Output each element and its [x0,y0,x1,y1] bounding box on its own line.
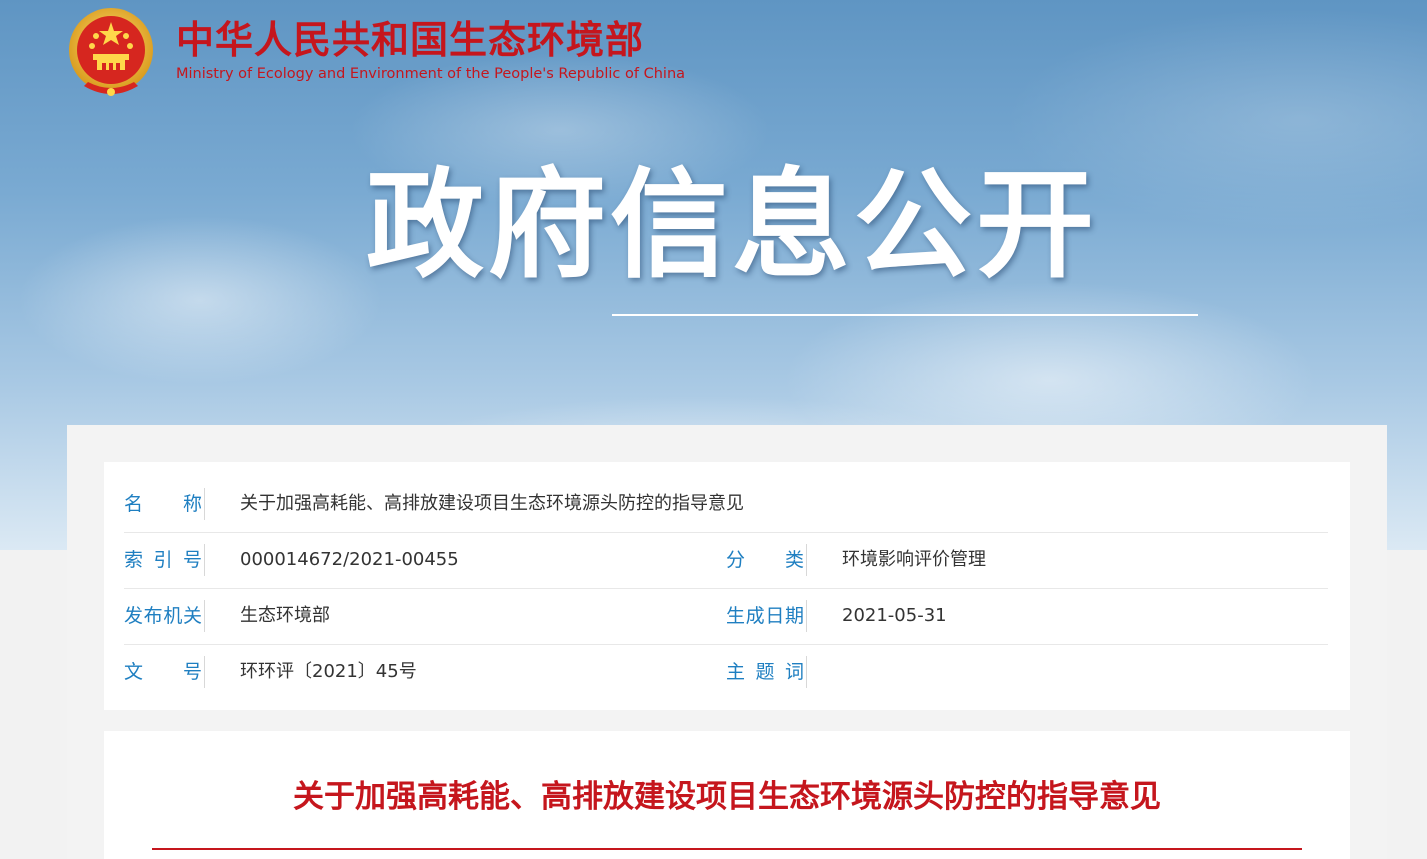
meta-date-label: 生成日期 [726,600,807,632]
article-title-divider [152,848,1302,850]
meta-issuer: 发布机关 生态环境部 [124,588,724,644]
meta-index-no-value: 000014672/2021-00455 [240,549,459,570]
site-name-cn[interactable]: 中华人民共和国生态环境部 [176,16,644,64]
meta-name: 名 称 关于加强高耗能、高排放建设项目生态环境源头防控的指导意见 [124,476,1328,532]
meta-name-label: 名 称 [124,488,205,520]
meta-index-no: 索 引 号 000014672/2021-00455 [124,532,724,588]
meta-row-issuer: 发布机关 生态环境部 生成日期 2021-05-31 [124,588,1328,645]
article-card: 关于加强高耗能、高排放建设项目生态环境源头防控的指导意见 [104,731,1350,859]
meta-date: 生成日期 2021-05-31 [726,588,1326,644]
meta-issuer-label: 发布机关 [124,600,205,632]
meta-category-label: 分 类 [726,544,807,576]
article-title: 关于加强高耗能、高排放建设项目生态环境源头防控的指导意见 [293,779,1161,815]
meta-keywords-label: 主 题 词 [726,656,807,688]
content-area: 名 称 关于加强高耗能、高排放建设项目生态环境源头防控的指导意见 索 引 号 0… [67,425,1387,859]
meta-category: 分 类 环境影响评价管理 [726,532,1326,588]
banner-divider [612,314,1198,316]
document-metadata-card: 名 称 关于加强高耗能、高排放建设项目生态环境源头防控的指导意见 索 引 号 0… [104,462,1350,710]
meta-index-no-label: 索 引 号 [124,544,205,576]
meta-date-value: 2021-05-31 [842,605,947,626]
meta-row-docno: 文 号 环环评〔2021〕45号 主 题 词 [124,644,1328,700]
national-emblem-icon[interactable] [66,6,156,100]
meta-doc-no: 文 号 环环评〔2021〕45号 [124,644,724,700]
meta-row-name: 名 称 关于加强高耗能、高排放建设项目生态环境源头防控的指导意见 [124,476,1328,533]
meta-row-index: 索 引 号 000014672/2021-00455 分 类 环境影响评价管理 [124,532,1328,589]
meta-issuer-value: 生态环境部 [240,605,330,626]
site-name-en[interactable]: Ministry of Ecology and Environment of t… [176,65,685,83]
meta-name-value: 关于加强高耗能、高排放建设项目生态环境源头防控的指导意见 [240,493,744,514]
banner-title: 政府信息公开 [366,156,1099,294]
meta-category-value: 环境影响评价管理 [842,549,986,570]
meta-keywords: 主 题 词 [726,644,1326,700]
meta-doc-no-label: 文 号 [124,656,205,688]
meta-doc-no-value: 环环评〔2021〕45号 [240,661,417,682]
